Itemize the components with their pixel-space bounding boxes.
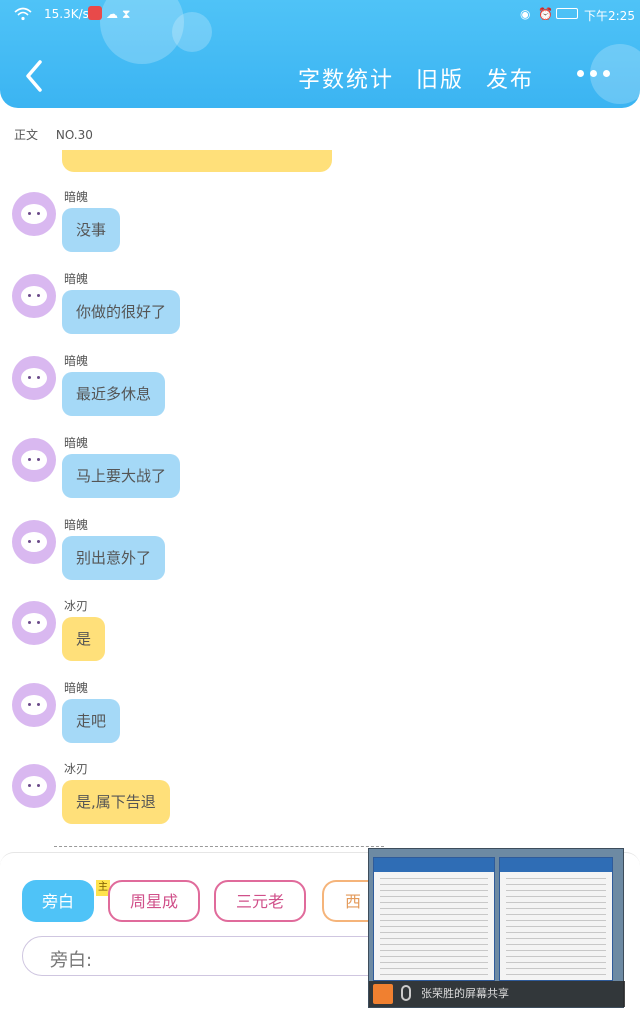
- chat-message: 暗魄 马上要大战了: [12, 434, 572, 504]
- message-bubble[interactable]: 是,属下告退: [62, 780, 170, 824]
- status-bar: 15.3K/s ☁ ⧗ ◉ ⏰ 下午2:25: [0, 0, 640, 28]
- eye-icon: ◉: [520, 7, 531, 21]
- word-count-button[interactable]: 字数统计: [298, 62, 394, 94]
- sender-name: 暗魄: [64, 272, 89, 286]
- back-button[interactable]: [20, 56, 50, 96]
- sender-name: 暗魄: [64, 190, 89, 204]
- chat-message: 暗魄 别出意外了: [12, 516, 572, 586]
- message-bubble[interactable]: 别出意外了: [62, 536, 166, 580]
- cloud-icon: ☁: [106, 7, 118, 21]
- avatar[interactable]: [12, 438, 56, 482]
- shared-document-pane: [499, 857, 613, 981]
- screen-share-window[interactable]: 张荣胜的屏幕共享: [368, 848, 625, 1008]
- more-options-button[interactable]: [577, 70, 610, 77]
- sender-name: 暗魄: [64, 518, 89, 532]
- role-chip-zhou[interactable]: 周星成: [108, 880, 200, 922]
- input-role-label: 旁白:: [50, 950, 93, 971]
- chapter-number: NO.30: [55, 128, 93, 142]
- sender-name: 暗魄: [64, 354, 89, 368]
- chat-message: 冰刃 是,属下告退: [12, 760, 572, 830]
- chat-message: 暗魄 你做的很好了: [12, 270, 572, 340]
- message-bubble[interactable]: 最近多休息: [62, 372, 166, 416]
- battery-icon: [556, 8, 578, 19]
- clock-time: 下午2:25: [584, 9, 635, 23]
- screen-share-caption: 张荣胜的屏幕共享: [421, 987, 509, 1000]
- microphone-icon[interactable]: [401, 985, 411, 1001]
- sender-name: 冰刃: [64, 599, 89, 613]
- message-bubble[interactable]: 是: [62, 617, 106, 661]
- app-header: 15.3K/s ☁ ⧗ ◉ ⏰ 下午2:25 字数统计 旧版 发布: [0, 0, 640, 108]
- alarm-icon: ⏰: [538, 7, 553, 21]
- chapter-info: 正文 NO.30: [14, 126, 107, 143]
- message-bubble[interactable]: 你做的很好了: [62, 290, 181, 334]
- sender-name: 暗魄: [64, 681, 89, 695]
- avatar[interactable]: [12, 274, 56, 318]
- chat-message: 暗魄 走吧: [12, 679, 572, 749]
- avatar[interactable]: [12, 601, 56, 645]
- sender-name: 暗魄: [64, 436, 89, 450]
- message-bubble[interactable]: 马上要大战了: [62, 454, 181, 498]
- avatar[interactable]: [12, 356, 56, 400]
- net-speed: 15.3K/s: [44, 7, 89, 21]
- old-version-button[interactable]: 旧版: [416, 62, 464, 94]
- avatar[interactable]: [12, 192, 56, 236]
- chevron-left-icon: [26, 60, 42, 92]
- screen-share-footer: 张荣胜的屏幕共享: [369, 981, 625, 1007]
- message-bubble-partial[interactable]: [62, 150, 332, 172]
- role-chip-sanyuanlao[interactable]: 三元老: [214, 880, 306, 922]
- divider: [54, 846, 384, 847]
- chat-message: 暗魄 最近多休息: [12, 352, 572, 422]
- publish-button[interactable]: 发布: [486, 62, 534, 94]
- sender-name: 冰刃: [64, 762, 89, 776]
- shared-document-pane: [373, 857, 495, 981]
- wifi-icon: [14, 7, 32, 24]
- person-icon: [373, 984, 393, 1004]
- message-bubble[interactable]: 没事: [62, 208, 121, 252]
- avatar[interactable]: [12, 683, 56, 727]
- chat-message: 暗魄 没事: [12, 188, 572, 258]
- avatar[interactable]: [12, 764, 56, 808]
- chat-message: 冰刃 是: [12, 597, 572, 667]
- recording-icon: [88, 6, 102, 20]
- role-chip-narrator[interactable]: 旁白: [22, 880, 94, 922]
- avatar[interactable]: [12, 520, 56, 564]
- hourglass-icon: ⧗: [122, 7, 131, 21]
- message-bubble[interactable]: 走吧: [62, 699, 121, 743]
- chapter-label: 正文: [14, 128, 39, 142]
